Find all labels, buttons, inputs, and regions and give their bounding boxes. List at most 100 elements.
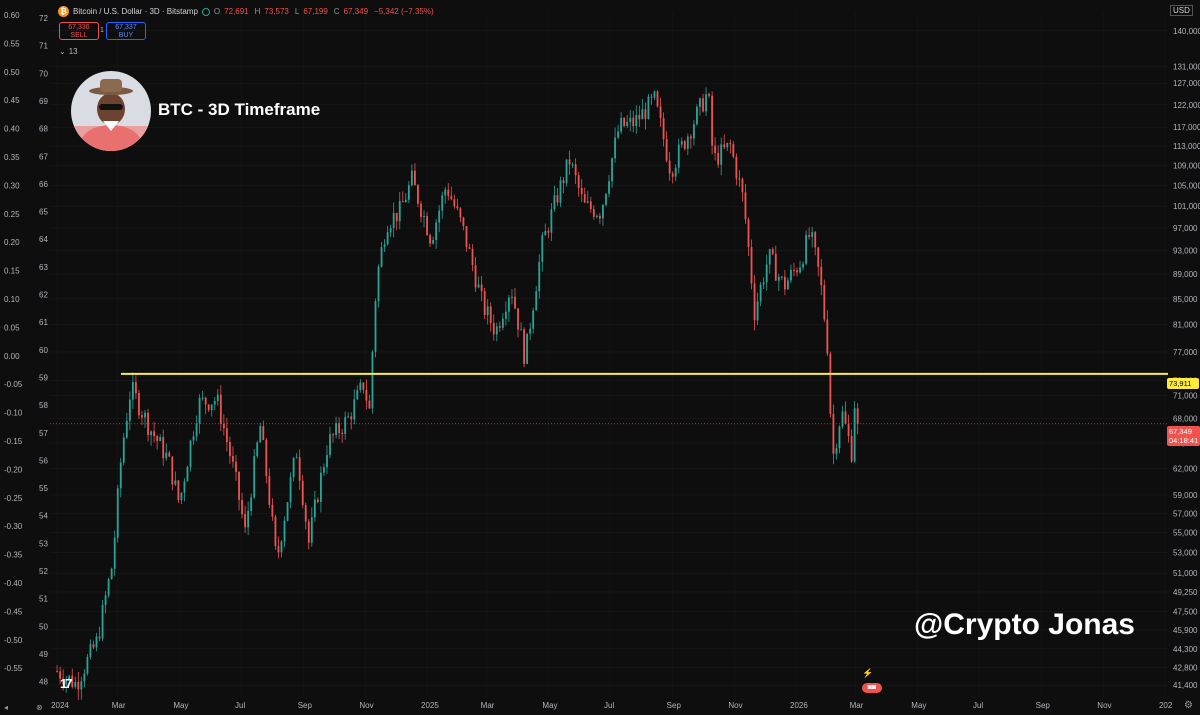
left-scale-tick: 62	[39, 291, 48, 300]
level-price-tag: 73,911	[1167, 378, 1199, 389]
candle-body	[119, 462, 122, 489]
gear-icon[interactable]: ⚙	[1184, 700, 1193, 711]
candle-body	[313, 499, 316, 518]
candle-body	[180, 492, 183, 501]
price-tick-label: 105,000	[1173, 181, 1200, 190]
candle-body	[611, 158, 613, 182]
open-value: 72,691	[224, 7, 249, 16]
candle-body	[462, 217, 465, 227]
candle-body	[826, 319, 829, 354]
candle-body	[814, 232, 817, 248]
sell-price: 67,336	[68, 24, 90, 31]
candle-body	[395, 212, 398, 222]
candle-body	[377, 266, 380, 302]
candle-body	[426, 215, 428, 236]
candle-body	[438, 210, 441, 223]
time-tick-label: Mar	[850, 701, 864, 710]
scroll-left-icon[interactable]: ◂	[4, 703, 8, 712]
candle-body	[856, 408, 859, 424]
left-scale-tick: -0.10	[4, 409, 23, 418]
candle-body	[241, 499, 243, 515]
time-tick-label: 2025	[421, 701, 439, 710]
candle-body	[210, 404, 213, 411]
candle-body	[283, 520, 286, 542]
candle-body	[414, 170, 416, 186]
candle-body	[101, 605, 104, 639]
candle-body	[229, 441, 231, 457]
left-scale-tick: 0.60	[4, 11, 20, 20]
candle-body	[116, 488, 119, 538]
left-scale-tick: 56	[39, 456, 48, 465]
candle-body	[274, 516, 277, 547]
candle-body	[259, 426, 262, 443]
buy-label: BUY	[118, 32, 134, 39]
time-tick-label: 2026	[790, 701, 808, 710]
candle-body	[841, 411, 844, 427]
currency-label[interactable]: USD	[1170, 5, 1193, 16]
indicators-toggle[interactable]: ⌄ 13	[59, 47, 78, 56]
buy-button[interactable]: 67,337 BUY	[106, 22, 146, 40]
price-tick-label: 47,500	[1173, 607, 1198, 616]
candle-body	[301, 480, 304, 506]
candle-body	[168, 452, 171, 457]
sell-button[interactable]: 67,336 SELL	[59, 22, 99, 40]
candle-body	[353, 399, 356, 420]
candle-body	[232, 456, 234, 462]
candle-body	[392, 212, 395, 228]
price-tick-label: 93,000	[1173, 247, 1198, 256]
price-tick-label: 81,000	[1173, 321, 1198, 330]
candle-body	[323, 467, 325, 473]
candle-body	[632, 117, 635, 127]
candle-body	[598, 215, 601, 219]
scroll-right-icon[interactable]: ⊗	[36, 703, 43, 712]
event-lightning-icon[interactable]: ⚡	[862, 668, 873, 679]
candle-body	[526, 333, 529, 364]
time-tick-label: May	[173, 701, 188, 710]
candle-body	[162, 437, 165, 459]
candle-body	[307, 521, 310, 543]
tradingview-logo[interactable]: 17	[60, 676, 73, 691]
candle-body	[141, 415, 143, 418]
economic-event-icon[interactable]: ◙◙	[862, 683, 882, 693]
candle-body	[832, 414, 835, 454]
candle-body	[847, 423, 850, 437]
candle-body	[319, 472, 322, 502]
left-scale-tick: 61	[39, 318, 48, 327]
time-tick-label: May	[542, 701, 557, 710]
left-scale-tick: 49	[39, 650, 48, 659]
spread-value: 1	[100, 27, 104, 34]
candle-body	[159, 437, 162, 441]
symbol-header[interactable]: ₿ Bitcoin / U.S. Dollar · 3D · Bitstamp …	[58, 6, 436, 17]
time-tick-label: Nov	[728, 701, 742, 710]
left-scale-tick: -0.40	[4, 579, 23, 588]
left-scale-tick: 0.50	[4, 68, 20, 77]
candle-body	[702, 98, 704, 112]
candle-body	[683, 141, 686, 149]
candle-body	[332, 434, 334, 436]
candle-body	[335, 423, 337, 435]
open-key: O	[213, 7, 221, 16]
time-tick-label: Sep	[667, 701, 682, 710]
candle-body	[186, 467, 189, 482]
candle-body	[532, 310, 535, 329]
candle-body	[107, 579, 110, 596]
candle-body	[553, 195, 556, 210]
left-scale-tick: 54	[39, 512, 48, 521]
candle-body	[602, 204, 604, 219]
market-status-icon	[201, 7, 210, 16]
symbol-name[interactable]: Bitcoin / U.S. Dollar · 3D · Bitstamp	[73, 7, 198, 16]
time-tick-label: 202	[1159, 701, 1173, 710]
candle-body	[147, 412, 149, 436]
candle-body	[156, 436, 159, 441]
candle-body	[295, 457, 298, 459]
price-tick-label: 45,900	[1173, 626, 1198, 635]
candle-body	[541, 235, 544, 262]
candle-body	[514, 296, 516, 309]
avatar	[71, 71, 151, 151]
candle-body	[483, 291, 486, 316]
price-tick-label: 127,000	[1173, 79, 1200, 88]
candle-body	[793, 269, 795, 271]
candle-body	[520, 329, 522, 331]
candle-body	[796, 270, 798, 273]
candle-body	[735, 156, 738, 179]
